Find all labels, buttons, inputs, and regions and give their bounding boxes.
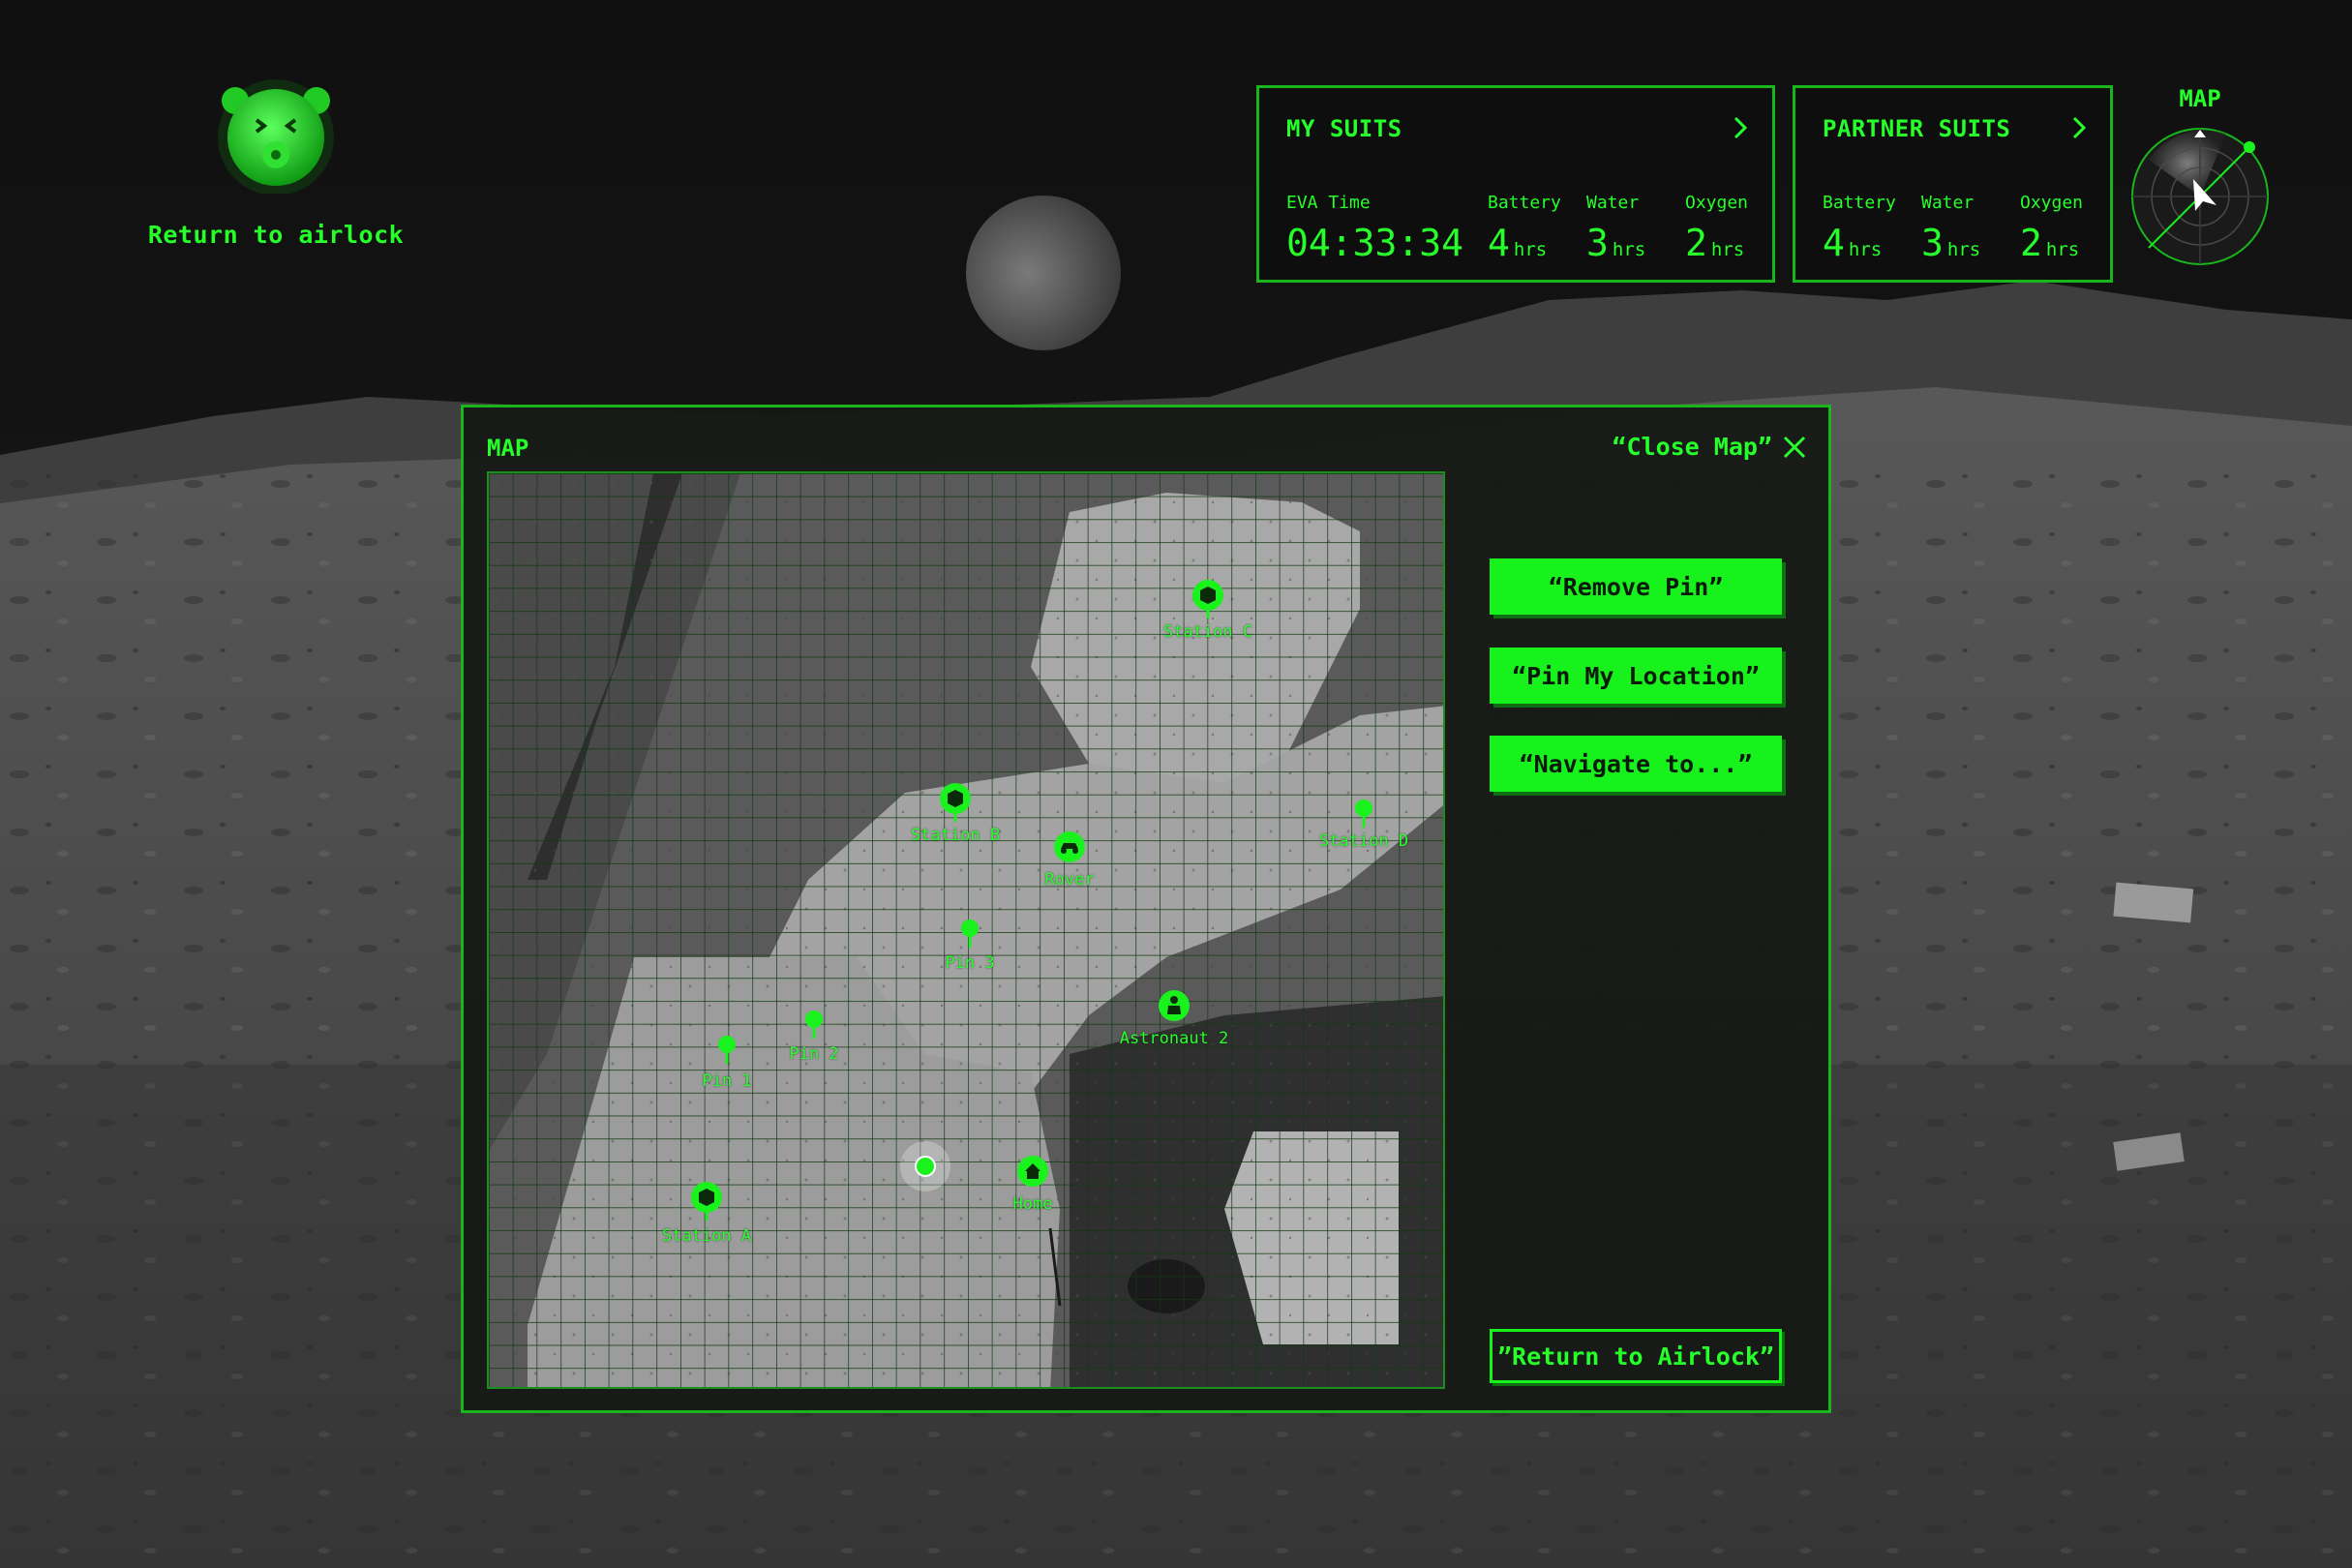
return-to-airlock-button[interactable]: ”Return to Airlock”	[1490, 1329, 1782, 1383]
partner-water-reading: 3 hrs	[1921, 222, 1980, 264]
water-value: 3	[1586, 222, 1609, 264]
close-map-button[interactable]: “Close Map”	[1612, 433, 1807, 461]
remove-pin-button[interactable]: “Remove Pin”	[1490, 558, 1782, 615]
return-to-airlock-label: Return to airlock	[147, 221, 405, 249]
battery-label: Battery	[1488, 193, 1561, 213]
eva-time-label: EVA Time	[1286, 193, 1371, 213]
pin-icon	[805, 1010, 823, 1039]
pin-icon	[1355, 799, 1372, 828]
partner-suits-title: PARTNER SUITS	[1823, 115, 2011, 142]
partner-battery-value: 4	[1823, 222, 1845, 264]
earth-in-sky	[966, 196, 1121, 350]
marker-label: Pin 3	[945, 953, 995, 973]
partner-oxygen-value: 2	[2020, 222, 2042, 264]
pin-icon	[718, 1036, 736, 1064]
chevron-right-icon[interactable]	[2065, 113, 2094, 142]
marker-label: Station D	[1318, 831, 1409, 851]
partner-battery-reading: 4 hrs	[1823, 222, 1882, 264]
marker-label: Astronaut 2	[1119, 1029, 1229, 1048]
marker-label: Station A	[661, 1226, 752, 1246]
station-icon	[691, 1182, 722, 1221]
astronaut-icon	[1159, 990, 1190, 1021]
water-reading: 3 hrs	[1586, 222, 1645, 264]
eva-time-value: 04:33:34	[1286, 222, 1464, 264]
navigate-to-button[interactable]: “Navigate to...”	[1490, 736, 1782, 792]
marker-label: Pin 1	[702, 1071, 752, 1091]
station-icon	[1192, 580, 1223, 618]
water-label: Water	[1586, 193, 1640, 213]
station-icon	[940, 783, 971, 822]
pin-my-location-button[interactable]: “Pin My Location”	[1490, 648, 1782, 704]
pin-icon	[961, 920, 979, 948]
map-modal: MAP “Close Map” Station C Station B Rove…	[461, 405, 1831, 1413]
my-suits-panel: MY SUITS EVA Time 04:33:34 Battery 4 hrs …	[1256, 85, 1775, 283]
my-suits-title: MY SUITS	[1286, 115, 1402, 142]
battery-value: 4	[1488, 222, 1510, 264]
marker-label: Rover	[1044, 870, 1095, 890]
location-dot-icon	[900, 1141, 950, 1191]
partner-battery-unit: hrs	[1848, 239, 1883, 260]
oxygen-unit: hrs	[1710, 239, 1745, 260]
rover-icon	[1054, 831, 1085, 862]
partner-oxygen-unit: hrs	[2045, 239, 2080, 260]
mini-map-radar[interactable]: MAP	[2126, 83, 2275, 277]
close-map-label: “Close Map”	[1612, 433, 1772, 461]
partner-suits-panel: PARTNER SUITS Battery 4 hrs Water 3 hrs Ox…	[1793, 85, 2113, 283]
marker-label: Station B	[910, 826, 1001, 845]
battery-reading: 4 hrs	[1488, 222, 1547, 264]
oxygen-value: 2	[1685, 222, 1707, 264]
oxygen-reading: 2 hrs	[1685, 222, 1744, 264]
partner-battery-label: Battery	[1823, 193, 1896, 213]
radar-icon	[2131, 128, 2269, 265]
close-icon	[1783, 436, 1806, 458]
partner-water-label: Water	[1921, 193, 1975, 213]
map-modal-title: MAP	[487, 435, 529, 462]
marker-label: Home	[1012, 1194, 1053, 1214]
battery-unit: hrs	[1513, 239, 1548, 260]
chevron-right-icon[interactable]	[1726, 113, 1755, 142]
marker-label: Station C	[1162, 622, 1253, 642]
home-icon	[1017, 1156, 1048, 1187]
water-unit: hrs	[1612, 239, 1646, 260]
partner-water-unit: hrs	[1946, 239, 1981, 260]
partner-oxygen-label: Oxygen	[2020, 193, 2084, 213]
mini-map-title: MAP	[2179, 85, 2221, 112]
satellite-map[interactable]: Station C Station B Rover Station D Pin …	[487, 471, 1445, 1389]
bear-icon	[218, 79, 334, 194]
marker-label: Pin 2	[789, 1044, 839, 1064]
oxygen-label: Oxygen	[1685, 193, 1749, 213]
return-to-airlock-widget[interactable]: Return to airlock	[145, 77, 407, 252]
partner-water-value: 3	[1921, 222, 1944, 264]
partner-oxygen-reading: 2 hrs	[2020, 222, 2079, 264]
